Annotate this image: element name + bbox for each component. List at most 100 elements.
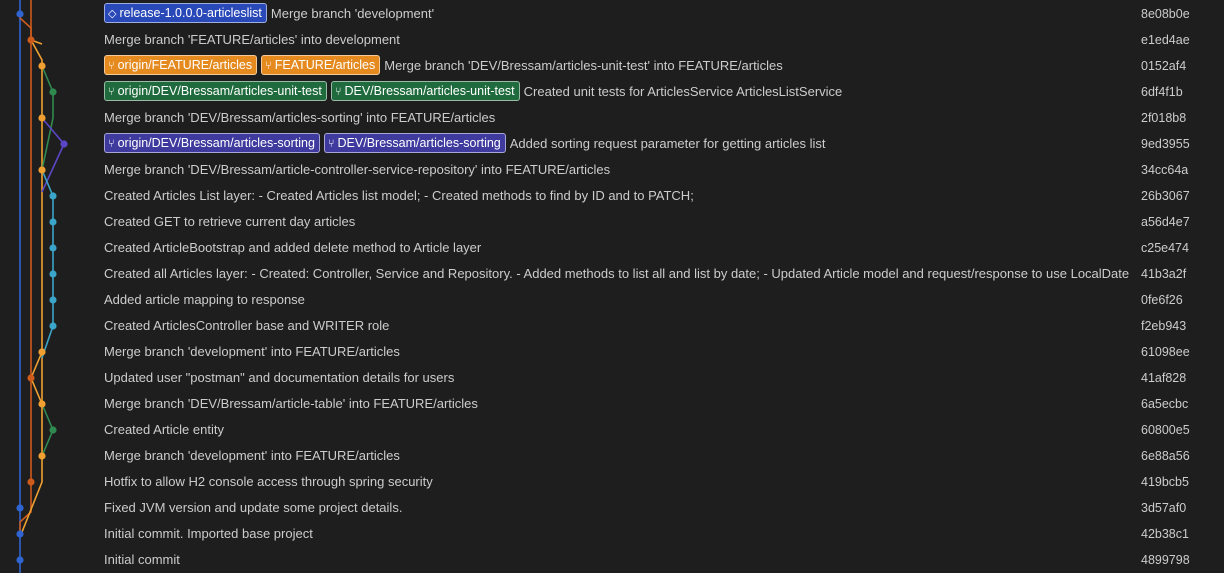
commit-message: Merge branch 'development' into FEATURE/… xyxy=(104,344,400,359)
commit-message-area: Created all Articles layer: - Created: C… xyxy=(104,261,1129,287)
commit-hash: a56d4e7 xyxy=(1141,215,1190,229)
commit-hash: 34cc64a xyxy=(1141,163,1189,177)
commit-message-area: Merge branch 'FEATURE/articles' into dev… xyxy=(104,27,1129,53)
commit-message-area: ⑂ origin/FEATURE/articles ⑂ FEATURE/article… xyxy=(104,53,1129,79)
commit-message: Added article mapping to response xyxy=(104,292,305,307)
commit-message-area: Merge branch 'DEV/Bressam/article-table'… xyxy=(104,391,1129,417)
badge-label: FEATURE/articles xyxy=(274,58,376,72)
commit-row[interactable]: Created Articles List layer: - Created A… xyxy=(0,183,1224,209)
commit-message-area: Created GET to retrieve current day arti… xyxy=(104,209,1129,235)
commit-hash: 2f018b8 xyxy=(1141,111,1187,125)
branch-badge[interactable]: ⑂ DEV/Bressam/articles-sorting xyxy=(323,133,506,153)
commit-message-area: Updated user "postman" and documentation… xyxy=(104,365,1129,391)
commit-row[interactable]: Merge branch 'DEV/Bressam/articles-sorti… xyxy=(0,105,1224,131)
commit-row[interactable]: Merge branch 'FEATURE/articles' into dev… xyxy=(0,27,1224,53)
commit-row[interactable]: Created ArticleBootstrap and added delet… xyxy=(0,235,1224,261)
commit-message-area: ⑂ origin/DEV/Bressam/articles-unit-test ⑂ D… xyxy=(104,79,1129,105)
commit-hash: 6e88a56 xyxy=(1141,449,1190,463)
commit-message-area: Created Articles List layer: - Created A… xyxy=(104,183,1129,209)
commit-row[interactable]: Initial commit 4899798 xyxy=(0,547,1224,573)
commit-row[interactable]: Merge branch 'development' into FEATURE/… xyxy=(0,443,1224,469)
commit-message-area: Added article mapping to response xyxy=(104,287,1129,313)
commit-hash: c25e474 xyxy=(1141,241,1189,255)
branch-badge[interactable]: ⑂ FEATURE/articles xyxy=(261,55,381,75)
commit-hash: 0152af4 xyxy=(1141,59,1187,73)
commit-message: Merge branch 'development' xyxy=(270,6,435,21)
commit-message: Initial commit. Imported base project xyxy=(104,526,313,541)
commit-message: Merge branch 'DEV/Bressam/article-table'… xyxy=(104,396,478,411)
commit-row[interactable]: Created GET to retrieve current day arti… xyxy=(0,209,1224,235)
commit-row[interactable]: ⑂ origin/DEV/Bressam/articles-unit-test ⑂ D… xyxy=(0,79,1224,105)
commit-message-area: Merge branch 'development' into FEATURE/… xyxy=(104,339,1129,365)
commit-message: Hotfix to allow H2 console access throug… xyxy=(104,474,433,489)
commit-hash: 42b38c1 xyxy=(1141,527,1189,541)
branch-badge[interactable]: ⑂ origin/DEV/Bressam/articles-sorting xyxy=(104,133,320,153)
commit-message-area: Fixed JVM version and update some projec… xyxy=(104,495,1129,521)
commit-hash: 4899798 xyxy=(1141,553,1190,567)
commit-row[interactable]: Merge branch 'DEV/Bressam/article-contro… xyxy=(0,157,1224,183)
commit-message: Initial commit xyxy=(104,552,180,567)
commit-message: Fixed JVM version and update some projec… xyxy=(104,500,403,515)
branch-icon: ⑂ xyxy=(108,86,115,98)
branch-icon: ⑂ xyxy=(327,138,335,150)
commit-row[interactable]: Initial commit. Imported base project 42b… xyxy=(0,521,1224,547)
commit-hash: 60800e5 xyxy=(1141,423,1190,437)
commit-row[interactable]: Created ArticlesController base and WRIT… xyxy=(0,313,1224,339)
commit-row[interactable]: Fixed JVM version and update some projec… xyxy=(0,495,1224,521)
tag-badge[interactable]: ◇ release-1.0.0.0-articleslist xyxy=(104,3,267,23)
commit-message-area: Initial commit xyxy=(104,547,1129,573)
branch-badge[interactable]: ⑂ origin/DEV/Bressam/articles-unit-test xyxy=(104,81,327,101)
commit-message-area: Merge branch 'DEV/Bressam/articles-sorti… xyxy=(104,105,1129,131)
commit-message: Updated user "postman" and documentation… xyxy=(104,370,455,385)
commit-hash: 0fe6f26 xyxy=(1141,293,1183,307)
commit-message: Merge branch 'DEV/Bressam/article-contro… xyxy=(104,162,611,177)
commit-message: Merge branch 'DEV/Bressam/articles-unit-… xyxy=(384,58,783,73)
badge-label: origin/DEV/Bressam/articles-unit-test xyxy=(117,84,322,98)
commit-row[interactable]: Merge branch 'development' into FEATURE/… xyxy=(0,339,1224,365)
commit-hash: e1ed4ae xyxy=(1141,33,1190,47)
commit-message: Created ArticlesController base and WRIT… xyxy=(104,318,390,333)
commit-message-area: ◇ release-1.0.0.0-articleslist Merge branc… xyxy=(104,1,1129,27)
branch-icon: ⑂ xyxy=(334,86,342,98)
branch-icon: ⑂ xyxy=(108,60,115,72)
commit-row[interactable]: Created Article entity 60800e5 xyxy=(0,417,1224,443)
commit-row[interactable]: Updated user "postman" and documentation… xyxy=(0,365,1224,391)
commit-hash: 6a5ecbc xyxy=(1141,397,1189,411)
commit-message: Created Articles List layer: - Created A… xyxy=(104,188,694,203)
badge-label: origin/FEATURE/articles xyxy=(117,58,253,72)
tag-icon: ◇ xyxy=(108,8,117,20)
commit-hash: f2eb943 xyxy=(1141,319,1187,333)
commit-message-area: ⑂ origin/DEV/Bressam/articles-sorting ⑂ DEV… xyxy=(104,131,1129,157)
commit-hash: 61098ee xyxy=(1141,345,1190,359)
commit-hash: 41b3a2f xyxy=(1141,267,1187,281)
commit-message: Created all Articles layer: - Created: C… xyxy=(104,266,1129,281)
badge-label: origin/DEV/Bressam/articles-sorting xyxy=(117,136,315,150)
commit-row[interactable]: ⑂ origin/FEATURE/articles ⑂ FEATURE/article… xyxy=(0,53,1224,79)
badge-label: DEV/Bressam/articles-sorting xyxy=(337,136,501,150)
badge-label: DEV/Bressam/articles-unit-test xyxy=(344,84,515,98)
branch-badge[interactable]: ⑂ DEV/Bressam/articles-unit-test xyxy=(330,81,520,101)
branch-badge[interactable]: ⑂ origin/FEATURE/articles xyxy=(104,55,258,75)
commit-hash: 3d57af0 xyxy=(1141,501,1187,515)
commit-message: Created ArticleBootstrap and added delet… xyxy=(104,240,482,255)
commit-message-area: Created ArticlesController base and WRIT… xyxy=(104,313,1129,339)
commit-row[interactable]: Added article mapping to response 0fe6f26 xyxy=(0,287,1224,313)
commit-row[interactable]: Created all Articles layer: - Created: C… xyxy=(0,261,1224,287)
commit-message: Merge branch 'FEATURE/articles' into dev… xyxy=(104,32,400,47)
commit-row[interactable]: ◇ release-1.0.0.0-articleslist Merge branc… xyxy=(0,1,1224,27)
commit-row[interactable]: Merge branch 'DEV/Bressam/article-table'… xyxy=(0,391,1224,417)
commit-row[interactable]: ⑂ origin/DEV/Bressam/articles-sorting ⑂ DEV… xyxy=(0,131,1224,157)
commit-message-area: Created Article entity xyxy=(104,417,1129,443)
commit-message: Added sorting request parameter for gett… xyxy=(509,136,826,151)
commit-hash: 8e08b0e xyxy=(1141,7,1190,21)
commit-row[interactable]: Hotfix to allow H2 console access throug… xyxy=(0,469,1224,495)
commit-message: Created Article entity xyxy=(104,422,224,437)
commit-message-area: Merge branch 'development' into FEATURE/… xyxy=(104,443,1129,469)
badge-label: release-1.0.0.0-articleslist xyxy=(119,6,262,20)
branch-icon: ⑂ xyxy=(265,60,272,72)
commit-hash: 9ed3955 xyxy=(1141,137,1190,151)
commit-message-area: Hotfix to allow H2 console access throug… xyxy=(104,469,1129,495)
commit-message: Created GET to retrieve current day arti… xyxy=(104,214,356,229)
commit-hash: 419bcb5 xyxy=(1141,475,1189,489)
branch-icon: ⑂ xyxy=(108,138,115,150)
